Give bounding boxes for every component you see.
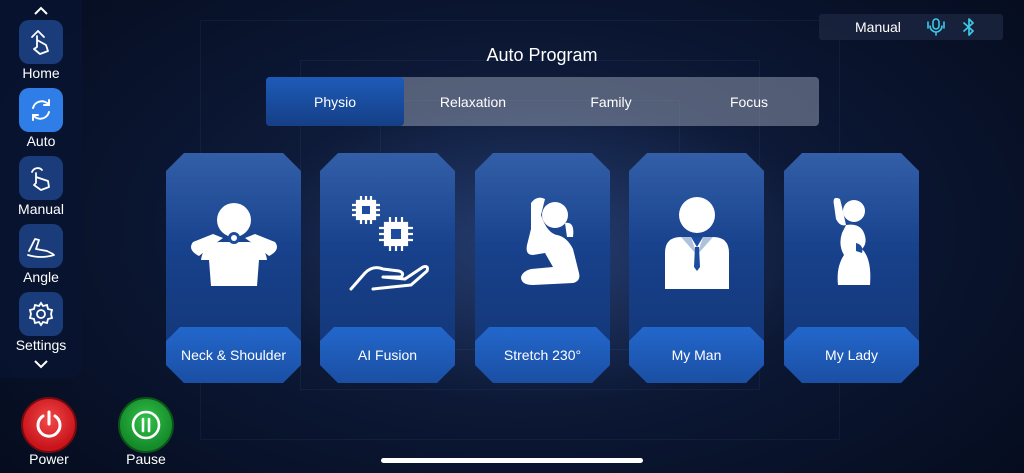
program-card-stretch[interactable]: Stretch 230° xyxy=(475,153,610,383)
power-label: Power xyxy=(29,451,69,467)
man-figure-icon xyxy=(629,183,764,303)
sidebar-item-label: Auto xyxy=(26,133,56,149)
power-button[interactable] xyxy=(21,397,77,453)
program-tabs: Physio Relaxation Family Focus xyxy=(266,77,819,126)
status-bar: Manual xyxy=(819,14,1003,40)
pause-icon xyxy=(131,410,161,440)
hand-press-icon xyxy=(19,20,63,64)
gear-icon xyxy=(19,292,63,336)
scroll-up-chevron-icon[interactable] xyxy=(33,4,49,15)
page-title: Auto Program xyxy=(486,45,598,65)
power-icon xyxy=(36,410,62,438)
sidebar-item-settings[interactable]: Settings xyxy=(0,292,82,356)
program-card-ai-fusion[interactable]: AI Fusion xyxy=(320,153,455,383)
program-card-my-man[interactable]: My Man xyxy=(629,153,764,383)
pause-label: Pause xyxy=(126,451,166,467)
tab-relaxation[interactable]: Relaxation xyxy=(404,77,542,126)
pause-button[interactable] xyxy=(118,397,174,453)
mode-status-text: Manual xyxy=(855,19,901,35)
program-label: Neck & Shoulder xyxy=(166,327,301,383)
sidebar-item-manual[interactable]: Manual xyxy=(0,156,82,220)
sidebar-item-label: Manual xyxy=(18,201,64,217)
neck-shoulder-icon xyxy=(166,183,301,303)
lady-figure-icon xyxy=(784,183,919,303)
bluetooth-icon[interactable] xyxy=(962,18,976,41)
sidebar-item-label: Home xyxy=(22,65,60,81)
hand-touch-icon xyxy=(19,156,63,200)
scroll-down-chevron-icon[interactable] xyxy=(33,358,49,369)
voice-icon[interactable] xyxy=(926,18,946,41)
stretch-pose-icon xyxy=(475,183,610,303)
home-indicator[interactable] xyxy=(381,458,643,463)
program-card-neck-shoulder[interactable]: Neck & Shoulder xyxy=(166,153,301,383)
sidebar-item-label: Angle xyxy=(23,269,59,285)
recline-angle-icon xyxy=(19,224,63,268)
program-card-my-lady[interactable]: My Lady xyxy=(784,153,919,383)
program-label: Stretch 230° xyxy=(475,327,610,383)
ai-chip-hand-icon xyxy=(320,183,455,303)
sidebar-item-label: Settings xyxy=(15,337,67,353)
sidebar-item-angle[interactable]: Angle xyxy=(0,224,82,288)
tab-focus[interactable]: Focus xyxy=(680,77,818,126)
sidebar-item-auto[interactable]: Auto xyxy=(0,88,82,152)
program-label: AI Fusion xyxy=(320,327,455,383)
sidebar-item-home[interactable]: Home xyxy=(0,20,82,84)
program-label: My Lady xyxy=(784,327,919,383)
tab-family[interactable]: Family xyxy=(542,77,680,126)
sync-icon xyxy=(19,88,63,132)
tab-physio[interactable]: Physio xyxy=(266,77,404,126)
sidebar: Home Auto Manual Angle Settings xyxy=(0,0,82,378)
program-label: My Man xyxy=(629,327,764,383)
